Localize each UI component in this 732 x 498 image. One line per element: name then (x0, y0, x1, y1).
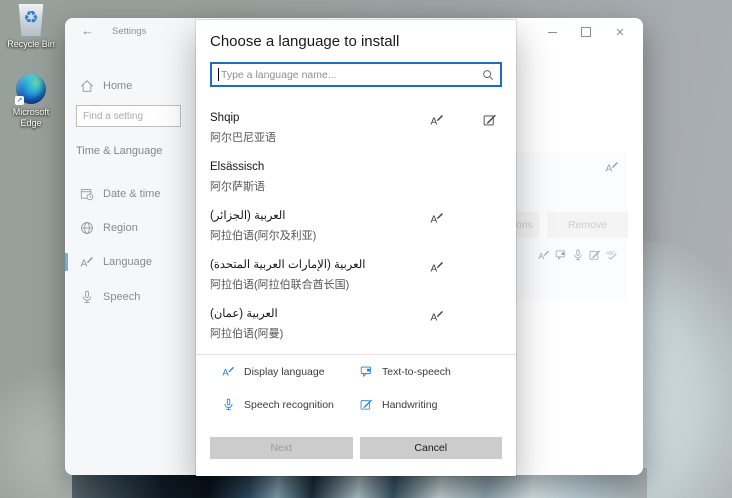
language-row-arabic-algeria[interactable]: العربية (الجزائر) 阿拉伯语(阿尔及利亚) (196, 202, 516, 251)
recycle-bin-icon: ♻ (18, 4, 44, 36)
microphone-icon (222, 398, 235, 411)
legend-handwriting: Handwriting (360, 398, 502, 411)
language-row-arabic-oman[interactable]: العربية (عمان) 阿拉伯语(阿曼) (196, 300, 516, 349)
display-language-icon (430, 113, 444, 127)
language-row-shqip[interactable]: Shqip 阿尔巴尼亚语 (196, 104, 516, 153)
search-icon (482, 69, 494, 81)
display-language-icon (430, 260, 444, 274)
display-language-icon (430, 211, 444, 225)
recycle-bin-label: Recycle Bin (7, 39, 55, 49)
next-button[interactable]: Next (210, 437, 353, 459)
display-language-icon (222, 365, 235, 378)
language-row-elsassisch[interactable]: Elsässisch 阿尔萨斯语 (196, 153, 516, 202)
dialog-buttons: Next Cancel (210, 437, 502, 459)
feature-legend: Display language Text-to-speech Speech r… (196, 355, 516, 411)
search-placeholder: Type a language name... (221, 68, 337, 81)
legend-text-to-speech: Text-to-speech (360, 365, 502, 378)
edge-label: Microsoft Edge (12, 107, 50, 128)
choose-language-dialog: Choose a language to install Type a lang… (196, 20, 516, 476)
text-cursor (218, 68, 219, 81)
legend-speech-recognition: Speech recognition (222, 398, 360, 411)
dialog-title: Choose a language to install (210, 33, 400, 50)
language-row-arabic-uae[interactable]: العربية (الإمارات العربية المتحدة) 阿拉伯语(… (196, 251, 516, 300)
edge-icon: ↗ (15, 74, 46, 105)
cancel-button[interactable]: Cancel (359, 437, 502, 459)
display-language-icon (430, 309, 444, 323)
microsoft-edge-shortcut[interactable]: ↗ Microsoft Edge (6, 74, 56, 129)
text-to-speech-icon (360, 365, 373, 378)
handwriting-icon (360, 398, 373, 411)
language-list: Shqip 阿尔巴尼亚语 Elsässisch 阿尔萨斯语 العربية (ا… (196, 104, 516, 349)
recycle-bin-shortcut[interactable]: ♻ Recycle Bin (6, 4, 56, 50)
legend-display-language: Display language (222, 365, 360, 378)
language-search-input[interactable]: Type a language name... (210, 62, 502, 87)
shortcut-arrow-icon: ↗ (15, 96, 24, 105)
handwriting-icon (483, 113, 497, 127)
